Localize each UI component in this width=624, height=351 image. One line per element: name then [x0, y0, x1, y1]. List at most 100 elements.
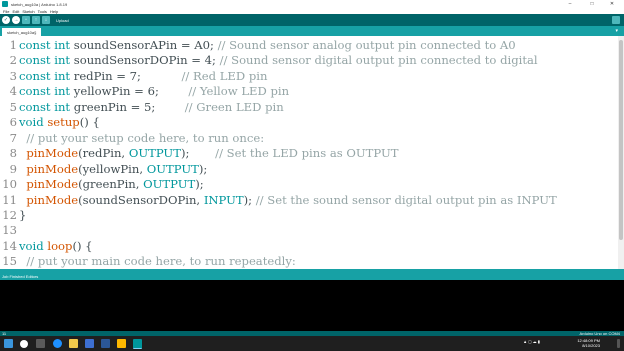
- code-editor[interactable]: 1 const int soundSensorAPin = A0; // Soun…: [0, 36, 624, 269]
- editor-scrollbar[interactable]: [618, 36, 624, 269]
- code-token: // Sound sensor digital output pin conne…: [219, 53, 538, 68]
- code-line[interactable]: 15 // put your main code here, to run re…: [0, 253, 296, 269]
- code-text[interactable]: const int yellowPin = 6; // Yellow LED p…: [17, 84, 289, 98]
- menu-sketch[interactable]: Sketch: [22, 9, 34, 14]
- upload-button[interactable]: →: [12, 16, 20, 24]
- line-number: 15: [2, 254, 17, 269]
- line-number: 5: [9, 99, 17, 114]
- code-line[interactable]: 13: [0, 222, 19, 238]
- maximize-button[interactable]: □: [582, 0, 602, 8]
- code-line[interactable]: 9 pinMode(yellowPin, OUTPUT);: [0, 161, 208, 177]
- search-icon[interactable]: [20, 340, 28, 348]
- code-line[interactable]: 5 const int greenPin = 5; // Green LED pi…: [0, 99, 284, 115]
- code-token: loop: [47, 238, 73, 253]
- code-token: // put your main code here, to run repea…: [26, 254, 296, 269]
- arduino-taskbar-icon[interactable]: [133, 339, 142, 349]
- toolbar: ✓ → ▫ ↑ ↓ Upload: [0, 14, 624, 26]
- code-line[interactable]: 14 void loop() {: [0, 238, 93, 254]
- code-line[interactable]: 3 const int redPin = 7; // Red LED pin: [0, 68, 268, 84]
- code-text[interactable]: void setup() {: [17, 115, 100, 129]
- show-desktop-button[interactable]: [617, 339, 620, 348]
- code-token: int: [54, 68, 71, 83]
- code-token: OUTPUT: [128, 146, 181, 161]
- code-token: // Green LED pin: [184, 99, 284, 114]
- code-text[interactable]: const int redPin = 7; // Red LED pin: [17, 69, 267, 83]
- code-token: // Sound sensor analog output pin connec…: [217, 38, 516, 52]
- code-line[interactable]: 6 void setup() {: [0, 114, 100, 130]
- line-number: 9: [9, 161, 17, 176]
- tab-bar: sketch_aug10a§ ▾: [0, 26, 624, 36]
- tab-sketch[interactable]: sketch_aug10a§: [2, 28, 42, 36]
- code-line[interactable]: 7 // put your setup code here, to run on…: [0, 130, 265, 146]
- scrollbar-thumb[interactable]: [619, 40, 623, 240]
- code-token: // Red LED pin: [181, 68, 268, 83]
- code-text[interactable]: pinMode(greenPin, OUTPUT);: [17, 177, 203, 192]
- word-icon[interactable]: [101, 339, 110, 348]
- code-token: pinMode: [26, 192, 79, 207]
- file-explorer-icon[interactable]: [69, 339, 78, 348]
- task-view-icon[interactable]: [36, 339, 45, 348]
- tray-icons[interactable]: ▲ ◻ ☁ ▮: [523, 339, 540, 344]
- save-sketch-button[interactable]: ↓: [42, 16, 50, 24]
- code-line[interactable]: 4 const int yellowPin = 6; // Yellow LED …: [0, 83, 289, 99]
- code-token: );: [198, 161, 208, 176]
- code-text[interactable]: pinMode(soundSensorDOPin, INPUT); // Set…: [17, 192, 557, 207]
- code-token: INPUT: [203, 192, 244, 207]
- code-token: // Set the sound sensor digital output p…: [255, 192, 557, 207]
- code-token: redPin = 7;: [70, 68, 182, 83]
- code-line[interactable]: 2 const int soundSensorDOPin = 4; // Soun…: [0, 52, 538, 68]
- code-token: const: [19, 68, 51, 83]
- code-line[interactable]: 1 const int soundSensorAPin = A0; // Soun…: [0, 37, 516, 53]
- notes-icon[interactable]: [117, 339, 126, 348]
- menu-edit[interactable]: Edit: [12, 9, 19, 14]
- code-line[interactable]: 12}: [0, 207, 26, 223]
- code-text[interactable]: const int greenPin = 5; // Green LED pin: [17, 100, 284, 114]
- code-token: OUTPUT: [143, 177, 196, 192]
- code-token: );: [180, 146, 216, 161]
- menu-help[interactable]: Help: [50, 9, 58, 14]
- code-token: () {: [79, 115, 100, 130]
- code-line[interactable]: 11 pinMode(soundSensorDOPin, INPUT); // …: [0, 192, 557, 208]
- code-token: const: [19, 38, 51, 52]
- code-text[interactable]: pinMode(yellowPin, OUTPUT);: [17, 162, 207, 176]
- title-bar: sketch_aug10a | Arduino 1.8.19: [0, 0, 624, 8]
- minimize-button[interactable]: –: [560, 0, 580, 8]
- line-number: 7: [9, 130, 17, 145]
- verify-button[interactable]: ✓: [2, 16, 10, 24]
- code-token: soundSensorAPin = A0;: [70, 38, 218, 52]
- code-text[interactable]: pinMode(redPin, OUTPUT); // Set the LED …: [17, 146, 399, 161]
- code-token: (greenPin,: [78, 177, 144, 192]
- code-token: // Set the LED pins as OUTPUT: [215, 146, 399, 161]
- code-line[interactable]: 10 pinMode(greenPin, OUTPUT);: [0, 176, 203, 192]
- tab-menu-icon[interactable]: ▾: [615, 28, 618, 34]
- code-token: soundSensorDOPin = 4;: [70, 53, 220, 68]
- new-sketch-button[interactable]: ▫: [22, 16, 30, 24]
- code-text[interactable]: // put your setup code here, to run once…: [17, 131, 264, 145]
- open-sketch-button[interactable]: ↑: [32, 16, 40, 24]
- code-text[interactable]: void loop() {: [17, 239, 93, 253]
- code-token: (yellowPin,: [78, 161, 147, 176]
- code-line[interactable]: 8 pinMode(redPin, OUTPUT); // Set the LE…: [0, 145, 399, 161]
- close-button[interactable]: ✕: [602, 0, 622, 8]
- code-token: pinMode: [26, 161, 79, 176]
- line-number: 4: [9, 84, 17, 99]
- window-title: sketch_aug10a | Arduino 1.8.19: [11, 1, 68, 7]
- code-text[interactable]: }: [17, 208, 26, 222]
- code-token: const: [19, 99, 51, 114]
- code-token: const: [19, 53, 51, 68]
- store-icon[interactable]: [85, 339, 94, 348]
- code-token: (redPin,: [78, 146, 129, 161]
- line-number: 13: [2, 223, 17, 238]
- line-number: 12: [2, 207, 17, 222]
- code-text[interactable]: const int soundSensorDOPin = 4; // Sound…: [17, 53, 538, 67]
- windows-taskbar: ▲ ◻ ☁ ▮ 12:48:09 PM 8/10/2023: [0, 336, 624, 351]
- serial-monitor-button[interactable]: [612, 16, 620, 24]
- line-number: 11: [2, 192, 17, 207]
- edge-browser-icon[interactable]: [53, 339, 62, 348]
- start-icon[interactable]: [4, 339, 13, 348]
- code-text[interactable]: const int soundSensorAPin = A0; // Sound…: [17, 38, 516, 52]
- menu-file[interactable]: File: [3, 9, 9, 14]
- menu-tools[interactable]: Tools: [38, 9, 47, 14]
- code-text[interactable]: // put your main code here, to run repea…: [17, 254, 296, 269]
- system-clock[interactable]: 12:48:09 PM 8/10/2023: [577, 338, 600, 348]
